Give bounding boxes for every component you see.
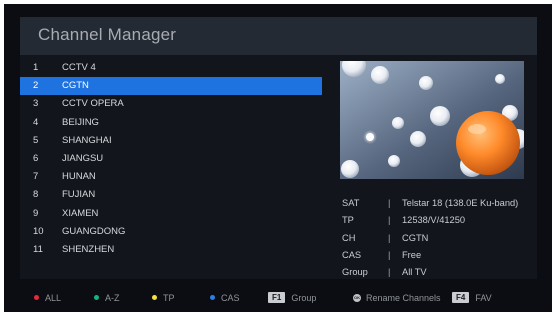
sort-tp-button[interactable]: TP	[152, 291, 175, 305]
red-dot-icon	[34, 295, 39, 301]
info-row: Group | All TV	[340, 264, 536, 281]
f1-key-icon: F1	[268, 292, 286, 304]
channel-number: 6	[33, 152, 39, 164]
channel-row[interactable]: 8 FUJIAN	[20, 186, 322, 204]
channel-number: 1	[33, 62, 39, 73]
channel-number: 2	[33, 80, 39, 92]
yellow-dot-icon	[152, 295, 157, 301]
header-bar: Channel Manager	[20, 17, 537, 55]
filter-all-label: ALL	[45, 293, 62, 303]
channel-number: 9	[33, 207, 39, 219]
preview-image	[340, 61, 524, 179]
channel-name: HUNAN	[62, 171, 96, 183]
sort-tp-label: TP	[163, 293, 175, 303]
sort-az-label: A-Z	[105, 293, 120, 303]
info-separator: |	[388, 267, 391, 278]
sort-az-button[interactable]: A-Z	[94, 291, 120, 305]
info-separator: |	[388, 232, 391, 243]
channel-list: 1 CCTV 4 2 CGTN 3 CCTV OPERA 4 BEIJING 5 SHANGHAI…	[20, 59, 322, 259]
channel-name: FUJIAN	[62, 189, 96, 201]
tv-screen: Channel Manager 1 CCTV 4 2 CGTN 3 CCTV OPERA 4…	[4, 4, 552, 312]
channel-number: 10	[33, 225, 44, 237]
channel-row[interactable]: 3 CCTV OPERA	[20, 95, 322, 113]
channel-number: 3	[33, 98, 39, 110]
group-button[interactable]: F1 Group	[268, 291, 316, 305]
ok-key-icon: OK	[353, 293, 361, 302]
f4-key-icon: F4	[452, 292, 470, 304]
channel-row[interactable]: 1 CCTV 4	[20, 59, 322, 77]
channel-row[interactable]: 11 SHENZHEN	[20, 241, 322, 259]
info-value: Free	[402, 249, 422, 260]
channel-row[interactable]: 10 GUANGDONG	[20, 223, 322, 241]
channel-name: CGTN	[62, 80, 89, 92]
rename-channels-label: Rename Channels	[366, 293, 441, 303]
filter-all-button[interactable]: ALL	[34, 291, 61, 305]
info-row: TP | 12538/V/41250	[340, 212, 536, 229]
page-title: Channel Manager	[38, 25, 177, 44]
info-value: All TV	[402, 267, 427, 278]
info-separator: |	[388, 198, 391, 208]
channel-name: GUANGDONG	[62, 225, 126, 237]
blue-dot-icon	[210, 295, 215, 301]
channel-name: BEIJING	[62, 116, 99, 128]
info-row: CAS | Free	[340, 247, 536, 264]
green-dot-icon	[94, 295, 99, 301]
info-row: CH | CGTN	[340, 230, 536, 247]
info-key: CH	[342, 232, 356, 243]
channel-name: SHENZHEN	[62, 243, 115, 255]
channel-row[interactable]: 4 BEIJING	[20, 114, 322, 132]
channel-info: SAT | Telstar 18 (138.0E Ku-band) TP | 12538/…	[340, 195, 536, 281]
fav-label: FAV	[475, 293, 492, 303]
channel-number: 8	[33, 189, 39, 201]
info-key: SAT	[342, 198, 360, 208]
channel-name: XIAMEN	[62, 207, 99, 219]
channel-row[interactable]: 9 XIAMEN	[20, 205, 322, 223]
channel-row-selected[interactable]: 2 CGTN	[20, 77, 322, 96]
channel-row[interactable]: 6 JIANGSU	[20, 150, 322, 168]
channel-name: SHANGHAI	[62, 134, 112, 146]
info-value: Telstar 18 (138.0E Ku-band)	[402, 198, 519, 208]
info-value: CGTN	[402, 232, 429, 243]
info-key: TP	[342, 215, 354, 226]
channel-number: 11	[33, 243, 43, 255]
fav-button[interactable]: F4 FAV	[452, 291, 492, 305]
info-row: SAT | Telstar 18 (138.0E Ku-band)	[340, 195, 536, 212]
channel-number: 5	[33, 134, 39, 146]
info-key: CAS	[342, 249, 362, 260]
info-key: Group	[342, 267, 368, 278]
channel-number: 7	[33, 171, 39, 183]
info-value: 12538/V/41250	[402, 215, 466, 226]
sort-cas-label: CAS	[221, 293, 240, 303]
rename-channels-button[interactable]: OK Rename Channels	[353, 291, 441, 305]
channel-row[interactable]: 5 SHANGHAI	[20, 132, 322, 150]
channel-number: 4	[33, 116, 39, 128]
info-separator: |	[388, 249, 391, 260]
channel-name: JIANGSU	[62, 152, 104, 164]
footer-hints: ALL A-Z TP CAS F1 Group OK Rename Channels…	[4, 287, 552, 309]
group-label: Group	[291, 293, 317, 303]
info-separator: |	[388, 215, 391, 226]
channel-name: CCTV 4	[62, 62, 96, 73]
channel-row[interactable]: 7 HUNAN	[20, 168, 322, 186]
main-panel: 1 CCTV 4 2 CGTN 3 CCTV OPERA 4 BEIJING 5 SHANGHAI…	[20, 55, 537, 279]
channel-name: CCTV OPERA	[62, 98, 124, 110]
preview-spheres-artwork	[340, 61, 524, 179]
sort-cas-button[interactable]: CAS	[210, 291, 240, 305]
